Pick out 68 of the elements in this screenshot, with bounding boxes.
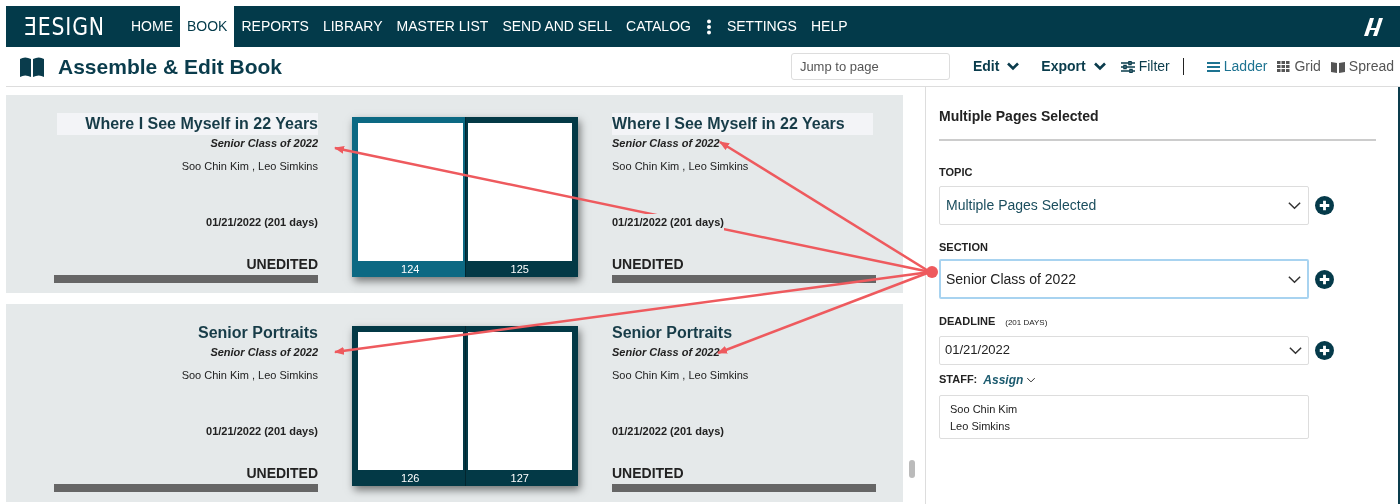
page-thumbnail[interactable]: 125 bbox=[465, 117, 578, 277]
chevron-down-icon bbox=[1093, 62, 1106, 71]
assign-dropdown[interactable]: Assign bbox=[983, 370, 1037, 389]
section-name: Senior Class of 2022 bbox=[210, 136, 318, 151]
menu-button[interactable]: Export bbox=[1041, 56, 1106, 77]
nav-tab[interactable]: CATALOG bbox=[619, 6, 698, 47]
nav-tab[interactable]: HOME bbox=[124, 6, 180, 47]
page-thumbnail[interactable]: 124 bbox=[352, 117, 466, 277]
nav-tab[interactable]: HELP bbox=[803, 6, 855, 47]
view-toggle[interactable]: Spread bbox=[1330, 56, 1394, 77]
page-number: 125 bbox=[509, 262, 530, 277]
nav-tab[interactable]: MASTER LIST bbox=[389, 6, 496, 47]
staff-names: Soo Chin Kim , Leo Simkins bbox=[181, 158, 318, 174]
nav-tab[interactable]: LIBRARY bbox=[315, 6, 390, 47]
staff-names: Soo Chin Kim , Leo Simkins bbox=[612, 158, 749, 174]
spread-thumbnail[interactable]: 126 127 bbox=[352, 326, 578, 486]
panel-title: Multiple Pages Selected bbox=[939, 106, 1376, 141]
nav-tab[interactable]: REPORTS bbox=[234, 6, 316, 47]
nav-tab[interactable]: SETTINGS bbox=[719, 6, 804, 47]
spread-thumbnail[interactable]: 124 125 bbox=[352, 117, 578, 277]
filter-button[interactable]: Filter bbox=[1120, 56, 1170, 77]
status-text: UNEDITED bbox=[246, 254, 318, 274]
page-thumbnail[interactable]: 127 bbox=[465, 326, 578, 486]
jump-to-page-field[interactable]: Jump to page bbox=[790, 53, 950, 80]
add-icon[interactable] bbox=[1315, 269, 1334, 289]
book-icon bbox=[20, 56, 44, 77]
more-icon[interactable] bbox=[705, 18, 712, 35]
grid-icon bbox=[1277, 60, 1291, 73]
field-label: STAFF: bbox=[939, 372, 978, 388]
deadline-dropdown[interactable]: 01/21/2022 bbox=[939, 335, 1309, 365]
view-toggle[interactable]: Grid bbox=[1277, 56, 1321, 77]
section-name: Senior Class of 2022 bbox=[612, 345, 720, 360]
nav-tab[interactable]: BOOK bbox=[180, 6, 235, 47]
section-dropdown[interactable]: Senior Class of 2022 bbox=[939, 259, 1309, 299]
page-title: Assemble & Edit Book bbox=[58, 53, 283, 80]
section-name: Senior Class of 2022 bbox=[612, 136, 720, 151]
staff-names: Soo Chin Kim , Leo Simkins bbox=[612, 367, 749, 383]
nav-tab[interactable]: SEND AND SELL bbox=[495, 6, 620, 47]
brand-logo-icon bbox=[1362, 15, 1386, 38]
status-text: UNEDITED bbox=[246, 463, 318, 483]
page-number: 126 bbox=[400, 471, 421, 486]
page-number: 127 bbox=[509, 471, 530, 486]
page-title[interactable]: Where I See Myself in 22 Years bbox=[57, 113, 318, 135]
staff-names: Soo Chin Kim , Leo Simkins bbox=[181, 367, 318, 383]
days-note: (201 DAYS) bbox=[1005, 317, 1048, 329]
status-text: UNEDITED bbox=[612, 254, 684, 274]
add-icon[interactable] bbox=[1315, 195, 1334, 215]
page-thumbnail[interactable]: 126 bbox=[352, 326, 466, 486]
menu-button[interactable]: Edit bbox=[972, 56, 1020, 77]
page-title[interactable]: Where I See Myself in 22 Years bbox=[612, 113, 873, 135]
chevron-down-icon bbox=[1007, 62, 1020, 71]
staff-member: Soo Chin Kim bbox=[950, 401, 1019, 417]
staff-member: Leo Simkins bbox=[950, 418, 1011, 434]
list-icon bbox=[1206, 60, 1220, 73]
field-label: SECTION bbox=[939, 239, 989, 255]
page-number: 124 bbox=[400, 262, 421, 277]
book-icon bbox=[1330, 60, 1345, 73]
status-text: UNEDITED bbox=[612, 463, 684, 483]
sliders-icon bbox=[1120, 60, 1135, 73]
view-toggle[interactable]: Ladder bbox=[1206, 56, 1268, 77]
add-icon[interactable] bbox=[1315, 340, 1334, 360]
annotation-dot bbox=[926, 266, 938, 278]
deadline-text: 01/21/2022 (201 days) bbox=[612, 214, 724, 231]
scrollbar-thumb[interactable] bbox=[909, 460, 915, 478]
topic-dropdown[interactable]: Multiple Pages Selected bbox=[939, 185, 1309, 225]
section-name: Senior Class of 2022 bbox=[210, 345, 318, 360]
field-label: TOPIC bbox=[939, 165, 974, 180]
field-label: DEADLINE bbox=[939, 314, 996, 329]
